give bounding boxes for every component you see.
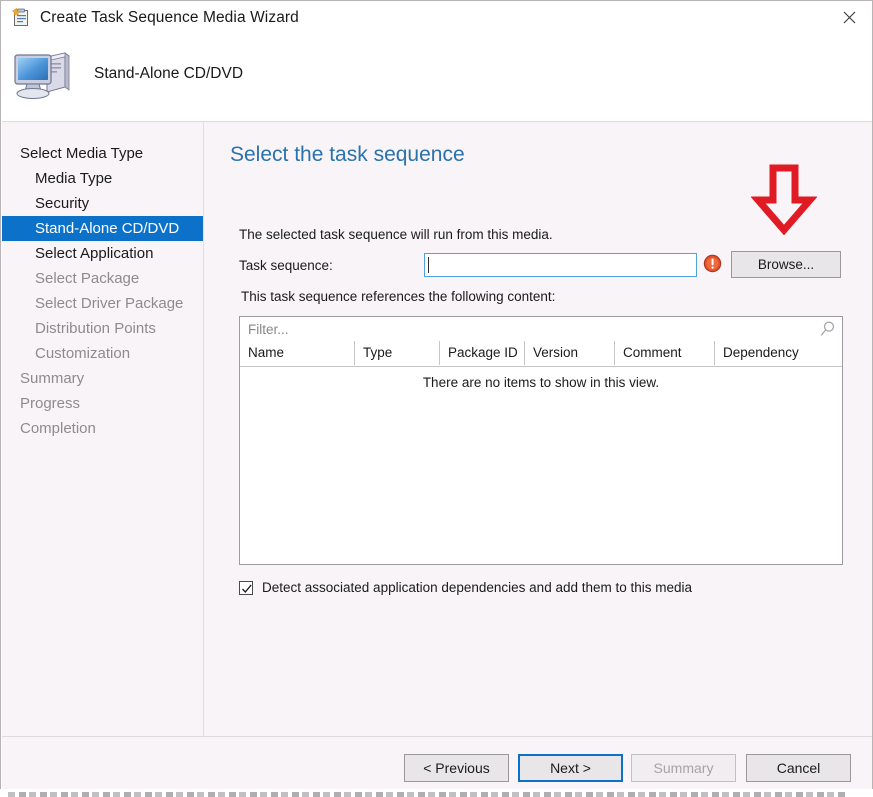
wizard-body: Select Media Type Media Type Security Stand… [2, 121, 872, 737]
table-column-header-name[interactable]: Name [240, 341, 355, 365]
sidebar-item-completion[interactable]: Completion [2, 416, 203, 441]
wizard-header: Stand-Alone CD/DVD [1, 35, 872, 121]
table-empty-message: There are no items to show in this view. [422, 375, 660, 390]
references-label: This task sequence references the follow… [241, 289, 556, 304]
previous-button[interactable]: < Previous [404, 754, 509, 782]
page-title: Select the task sequence [230, 143, 465, 166]
browse-button[interactable]: Browse... [731, 251, 841, 278]
sidebar-item-select-application[interactable]: Select Application [2, 241, 203, 266]
intro-text: The selected task sequence will run from… [239, 227, 553, 242]
red-down-arrow-icon [750, 164, 818, 236]
checkmark-icon [242, 583, 252, 593]
sidebar-item-select-driver-package[interactable]: Select Driver Package [2, 291, 203, 316]
taskbar-edge-strip [0, 789, 873, 797]
text-caret [428, 257, 429, 273]
task-sequence-label: Task sequence: [239, 258, 333, 273]
sidebar-item-media-type[interactable]: Media Type [2, 166, 203, 191]
cancel-button[interactable]: Cancel [746, 754, 851, 782]
sidebar-item-select-media-type[interactable]: Select Media Type [2, 141, 203, 166]
sidebar-item-summary[interactable]: Summary [2, 366, 203, 391]
sidebar-item-progress[interactable]: Progress [2, 391, 203, 416]
title-bar: Create Task Sequence Media Wizard [1, 1, 872, 35]
summary-button: Summary [631, 754, 736, 782]
table-column-header-package-id[interactable]: Package ID [440, 341, 525, 365]
table-column-header-comment[interactable]: Comment [615, 341, 715, 365]
task-sequence-icon [11, 8, 31, 28]
search-icon[interactable] [818, 320, 837, 339]
filter-input[interactable]: Filter... [239, 316, 843, 342]
wizard-content-pane: Select the task sequence The selected ta… [205, 122, 872, 737]
error-exclamation-icon [703, 254, 722, 273]
table-column-header-version[interactable]: Version [525, 341, 615, 365]
header-subtitle: Stand-Alone CD/DVD [94, 65, 244, 82]
detect-dependencies-checkbox[interactable]: Detect associated application dependenci… [239, 580, 692, 595]
checkbox-label: Detect associated application dependenci… [262, 580, 693, 595]
table-header-row: Name Type Package ID Version Comment Dependen… [240, 341, 842, 367]
content-references-table: Name Type Package ID Version Comment Dependen… [239, 341, 843, 565]
wizard-dialog: Create Task Sequence Media Wizard Stand-… [0, 0, 873, 797]
task-sequence-input[interactable] [424, 253, 697, 277]
wizard-steps-sidebar: Select Media Type Media Type Security Stand… [2, 122, 204, 737]
sidebar-item-stand-alone-cd-dvd[interactable]: Stand-Alone CD/DVD [2, 216, 203, 241]
sidebar-item-select-package[interactable]: Select Package [2, 266, 203, 291]
sidebar-item-distribution-points[interactable]: Distribution Points [2, 316, 203, 341]
checkbox-box[interactable] [239, 580, 253, 595]
close-icon[interactable] [826, 1, 872, 34]
sidebar-item-security[interactable]: Security [2, 191, 203, 216]
computer-icon [13, 47, 75, 103]
wizard-footer: < Previous Next > Summary Cancel [2, 736, 872, 796]
next-button[interactable]: Next > [518, 754, 623, 782]
taskbar-edge-fragment [8, 792, 848, 797]
sidebar-item-customization[interactable]: Customization [2, 341, 203, 366]
filter-placeholder: Filter... [248, 322, 289, 337]
table-column-header-type[interactable]: Type [355, 341, 440, 365]
table-column-header-dependency[interactable]: Dependency [715, 341, 842, 365]
window-title: Create Task Sequence Media Wizard [40, 9, 299, 26]
